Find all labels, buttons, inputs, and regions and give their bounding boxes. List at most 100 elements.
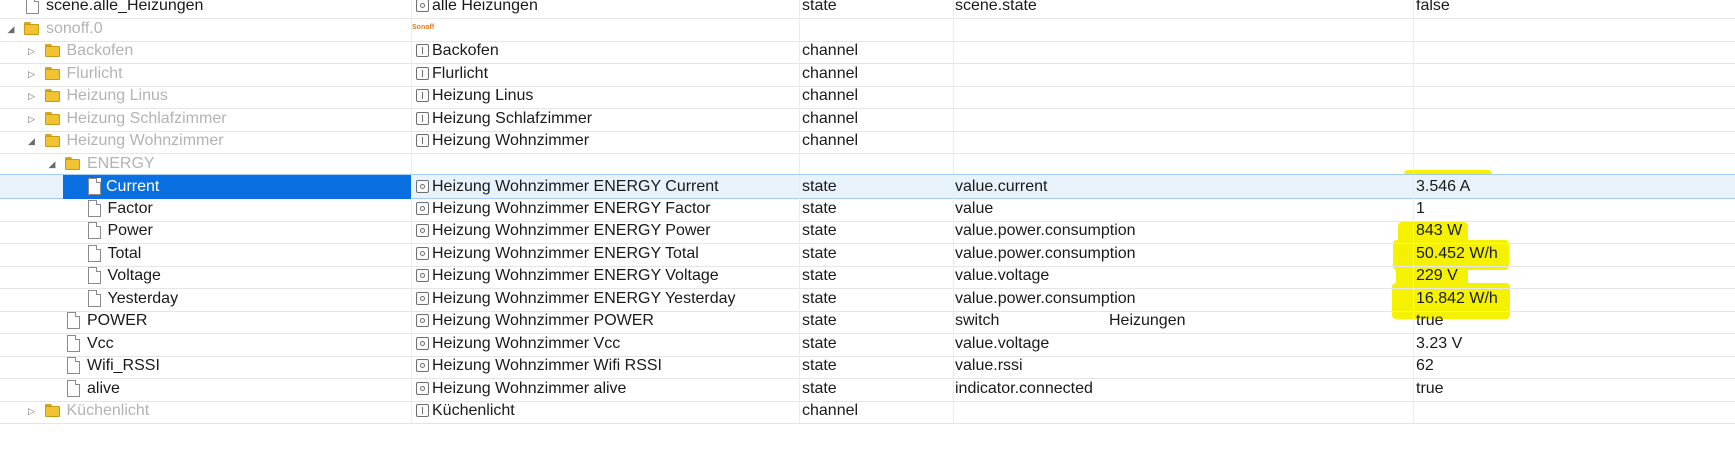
expand-arrow-icon[interactable]: ▷ bbox=[26, 62, 38, 86]
object-name[interactable]: scene.alle_Heizungen bbox=[46, 0, 203, 18]
column-separator bbox=[1413, 151, 1414, 176]
cell-title: alle Heizungen bbox=[432, 0, 538, 14]
cell-type: state bbox=[802, 289, 837, 307]
tree-row[interactable]: ◢ ENERGY bbox=[0, 151, 1735, 177]
folder-icon bbox=[44, 89, 60, 102]
column-separator bbox=[1413, 39, 1414, 63]
tree-row[interactable]: Yesterday Heizung Wohnzimmer ENERGY Yeste… bbox=[0, 286, 1735, 312]
object-name[interactable]: Vcc bbox=[87, 332, 114, 356]
object-name[interactable]: Power bbox=[108, 219, 153, 243]
object-name[interactable]: Heizung Wohnzimmer bbox=[67, 129, 224, 153]
expand-arrow-icon[interactable]: ▷ bbox=[26, 399, 38, 423]
column-separator bbox=[411, 331, 412, 356]
column-separator bbox=[953, 241, 954, 266]
cell-type: state bbox=[802, 244, 837, 262]
tree-row[interactable]: Wifi_RSSI Heizung Wohnzimmer Wifi RSSI sta… bbox=[0, 354, 1735, 379]
state-icon bbox=[416, 291, 429, 305]
cell-role: indicator.connected bbox=[955, 379, 1093, 397]
cell-title: Heizung Wohnzimmer ENERGY Yesterday bbox=[432, 289, 736, 307]
tree-row[interactable]: ▷ Heizung Linus Heizung Linus channel bbox=[0, 84, 1735, 109]
object-name[interactable]: Voltage bbox=[108, 264, 161, 288]
expand-arrow-icon[interactable]: ▷ bbox=[26, 39, 38, 63]
collapse-arrow-icon[interactable]: ◢ bbox=[46, 152, 58, 176]
state-icon bbox=[416, 224, 429, 237]
cell-value[interactable]: 3.546 A bbox=[1416, 175, 1470, 199]
cell-value[interactable]: true bbox=[1416, 309, 1444, 333]
object-name[interactable]: Wifi_RSSI bbox=[87, 354, 160, 378]
tree-row[interactable]: alive Heizung Wohnzimmer alive state indica… bbox=[0, 376, 1735, 402]
tree-row[interactable]: ◢ Heizung Wohnzimmer Heizung Wohnzimmer cha… bbox=[0, 129, 1735, 154]
object-name[interactable]: Küchenlicht bbox=[67, 399, 150, 423]
tree-row[interactable]: Vcc Heizung Wohnzimmer Vcc state value.volt… bbox=[0, 331, 1735, 357]
cell-role: value.voltage bbox=[955, 334, 1050, 352]
cell-value[interactable]: 62 bbox=[1416, 354, 1434, 378]
column-separator bbox=[1413, 106, 1414, 131]
object-name[interactable]: Backofen bbox=[67, 39, 134, 63]
tree-row[interactable]: Current Heizung Wohnzimmer ENERGY Current… bbox=[0, 174, 1735, 199]
column-separator bbox=[799, 241, 800, 266]
column-separator bbox=[411, 241, 412, 266]
collapse-arrow-icon[interactable]: ◢ bbox=[5, 17, 17, 41]
tree-row[interactable]: ◢ sonoff.0 Sonoff bbox=[0, 16, 1735, 42]
cell-value[interactable]: 1 bbox=[1416, 197, 1425, 221]
object-name[interactable]: Heizung Schlafzimmer bbox=[67, 107, 227, 131]
object-name[interactable]: Yesterday bbox=[108, 287, 179, 311]
cell-role: switch bbox=[955, 312, 1000, 329]
cell-value[interactable]: 229 V bbox=[1416, 264, 1458, 288]
column-separator bbox=[799, 376, 800, 401]
column-separator bbox=[953, 264, 954, 288]
object-name[interactable]: alive bbox=[87, 377, 120, 401]
file-icon bbox=[87, 289, 101, 307]
column-separator bbox=[799, 399, 800, 423]
column-separator bbox=[411, 354, 412, 378]
column-separator bbox=[411, 39, 412, 63]
column-separator bbox=[1413, 16, 1414, 41]
cell-value[interactable]: 50.452 W/h bbox=[1416, 242, 1498, 266]
object-name[interactable]: Total bbox=[108, 242, 142, 266]
state-icon bbox=[416, 314, 429, 327]
tree-row[interactable]: ▷ Heizung Schlafzimmer Heizung Schlafzimme… bbox=[0, 106, 1735, 132]
tree-row[interactable]: ▷ Küchenlicht Küchenlicht channel bbox=[0, 399, 1735, 424]
tree-row[interactable]: Total Heizung Wohnzimmer ENERGY Total stat… bbox=[0, 241, 1735, 267]
column-separator bbox=[411, 376, 412, 401]
cell-value[interactable]: 16.842 W/h bbox=[1416, 287, 1498, 311]
state-icon bbox=[416, 381, 429, 395]
collapse-arrow-icon[interactable]: ◢ bbox=[26, 129, 38, 153]
folder-icon bbox=[44, 44, 60, 57]
column-separator bbox=[953, 151, 954, 176]
column-separator bbox=[953, 196, 954, 221]
cell-type: state bbox=[802, 379, 837, 397]
column-separator bbox=[953, 61, 954, 86]
expand-arrow-icon[interactable]: ▷ bbox=[26, 107, 38, 131]
object-name[interactable]: Flurlicht bbox=[67, 62, 123, 86]
cell-type: channel bbox=[802, 402, 859, 419]
object-name[interactable]: ENERGY bbox=[87, 152, 155, 176]
cell-value[interactable]: false bbox=[1416, 0, 1450, 18]
column-separator bbox=[411, 61, 412, 86]
object-name[interactable]: Factor bbox=[108, 197, 153, 221]
object-name[interactable]: Heizung Linus bbox=[67, 84, 168, 108]
cell-value[interactable]: 3.23 V bbox=[1416, 332, 1462, 356]
column-separator bbox=[411, 219, 412, 243]
folder-icon bbox=[24, 21, 39, 35]
cell-type: state bbox=[802, 178, 837, 195]
tree-row[interactable]: ▷ Flurlicht Flurlicht channel bbox=[0, 61, 1735, 87]
cell-value[interactable]: true bbox=[1416, 377, 1444, 401]
cell-title: Flurlicht bbox=[432, 64, 489, 82]
tree-row[interactable]: Voltage Heizung Wohnzimmer ENERGY Voltage… bbox=[0, 264, 1735, 289]
cell-value[interactable]: 843 W bbox=[1416, 219, 1462, 243]
cell-role: scene.state bbox=[955, 0, 1037, 14]
cell-title: Küchenlicht bbox=[432, 402, 515, 419]
cell-type: channel bbox=[802, 42, 859, 59]
object-name[interactable]: POWER bbox=[87, 309, 147, 333]
column-separator bbox=[953, 106, 954, 131]
selected-name-cell[interactable]: Current bbox=[63, 175, 411, 199]
column-separator bbox=[1413, 399, 1414, 423]
column-separator bbox=[1413, 175, 1414, 198]
tree-row[interactable]: POWER Heizung Wohnzimmer POWER state switch… bbox=[0, 309, 1735, 334]
tree-row[interactable]: Power Heizung Wohnzimmer ENERGY Power stat… bbox=[0, 219, 1735, 244]
expand-arrow-icon[interactable]: ▷ bbox=[26, 84, 38, 108]
tree-row[interactable]: Factor Heizung Wohnzimmer ENERGY Factor st… bbox=[0, 196, 1735, 222]
tree-row[interactable]: ▷ Backofen Backofen channel bbox=[0, 39, 1735, 64]
object-name[interactable]: sonoff.0 bbox=[46, 17, 103, 41]
